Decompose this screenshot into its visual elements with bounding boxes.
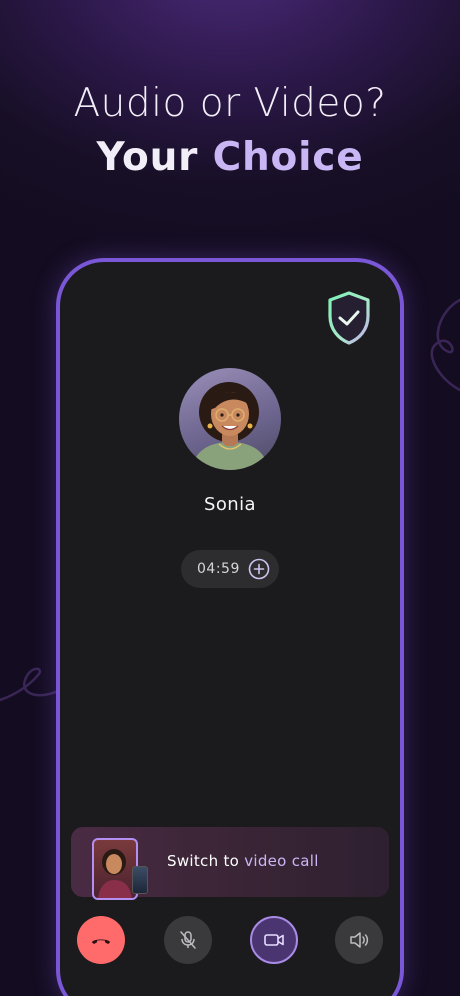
- headline-your: Your: [96, 135, 199, 180]
- mic-off-icon: [180, 931, 196, 949]
- caller-name: Sonia: [204, 494, 256, 515]
- switch-label-prefix: Switch to: [167, 852, 245, 870]
- security-shield-icon: [328, 291, 370, 345]
- headline-choice: Choice: [212, 135, 364, 180]
- video-self-preview: [132, 866, 148, 894]
- preview-portrait-icon: [98, 849, 132, 898]
- decorative-doodle-left: [0, 667, 60, 702]
- speaker-icon: [350, 932, 369, 948]
- timer-text: 04:59: [197, 561, 240, 577]
- caller-avatar: [179, 368, 281, 470]
- phone-hangup-icon: [92, 939, 110, 944]
- mute-button[interactable]: [164, 916, 212, 964]
- end-call-button[interactable]: [77, 916, 125, 964]
- call-controls: [0, 916, 460, 964]
- headline-line1: Audio or Video?: [73, 81, 387, 126]
- switch-to-video-label[interactable]: Switch to video call: [167, 852, 319, 870]
- headline-line2: Your Choice: [0, 132, 460, 184]
- video-toggle-button[interactable]: [250, 916, 298, 964]
- avatar-portrait-icon: [191, 382, 269, 470]
- switch-label-accent: video call: [244, 852, 319, 870]
- speaker-button[interactable]: [335, 916, 383, 964]
- video-camera-icon: [264, 934, 284, 946]
- headline: Audio or Video? Your Choice: [0, 80, 460, 184]
- decorative-doodle-right: [430, 298, 460, 392]
- add-time-icon[interactable]: [248, 558, 270, 580]
